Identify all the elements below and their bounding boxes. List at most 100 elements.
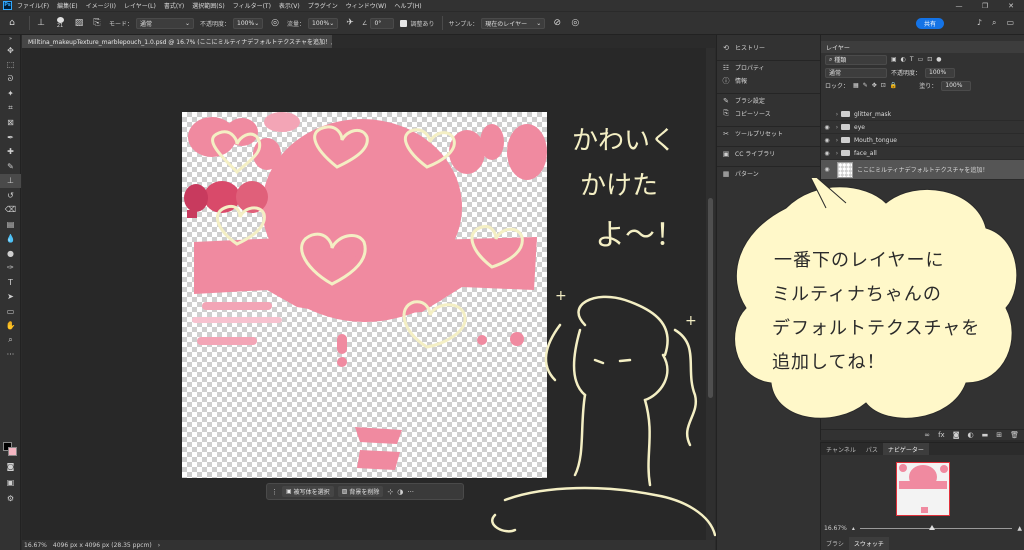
menu-plugins[interactable]: プラグイン bbox=[308, 1, 338, 10]
ignore-adjustment-icon[interactable]: ⊘ bbox=[551, 17, 563, 29]
filter-type-icon[interactable]: T bbox=[910, 56, 914, 63]
lock-position-icon[interactable]: ✥ bbox=[872, 82, 877, 89]
menu-layer[interactable]: レイヤー(L) bbox=[124, 1, 156, 10]
background-color-swatch[interactable] bbox=[8, 447, 17, 456]
lock-pixels-icon[interactable]: ✎ bbox=[863, 82, 868, 89]
layer-item-glitter-mask[interactable]: › glitter_mask bbox=[821, 108, 1024, 121]
more-tools-icon[interactable]: ··· bbox=[0, 348, 21, 363]
brush-settings-toggle-icon[interactable]: ▨ bbox=[73, 17, 85, 29]
pressure-opacity-icon[interactable]: ◎ bbox=[269, 17, 281, 29]
search-icon[interactable]: ⌕ bbox=[992, 18, 996, 28]
zoom-out-icon[interactable]: ▴ bbox=[852, 525, 855, 532]
remove-background-button[interactable]: ▨ 背景を削除 bbox=[337, 486, 384, 497]
pen-tool-icon[interactable]: ✑ bbox=[0, 261, 21, 276]
dodge-tool-icon[interactable]: ● bbox=[0, 246, 21, 261]
menu-type[interactable]: 書式(Y) bbox=[164, 1, 184, 10]
magic-wand-tool-icon[interactable]: ✦ bbox=[0, 87, 21, 102]
chevron-right-icon[interactable]: › bbox=[833, 137, 841, 144]
tab-navigator[interactable]: ナビゲーター bbox=[882, 443, 929, 455]
menu-image[interactable]: イメージ(I) bbox=[86, 1, 116, 10]
trash-icon[interactable]: 🗑 bbox=[1010, 431, 1019, 439]
clone-source-toggle-icon[interactable]: ⎘ bbox=[91, 17, 103, 29]
dock-item-info[interactable]: ⓘ 情報 bbox=[717, 74, 820, 87]
angle-input[interactable]: 0° bbox=[370, 17, 395, 29]
blur-tool-icon[interactable]: 💧 bbox=[0, 232, 21, 247]
chevron-right-icon[interactable]: › bbox=[833, 111, 841, 118]
select-subject-button[interactable]: ▣ 被写体を選択 bbox=[282, 486, 334, 497]
zoom-tool-icon[interactable]: ⌕ bbox=[0, 333, 21, 348]
menu-help[interactable]: ヘルプ(H) bbox=[394, 1, 421, 10]
drag-handle-icon[interactable]: ⋮ bbox=[271, 488, 278, 496]
eyedropper-tool-icon[interactable]: ✒ bbox=[0, 130, 21, 145]
minimize-button[interactable]: — bbox=[946, 0, 972, 11]
menu-edit[interactable]: 編集(E) bbox=[57, 1, 77, 10]
dock-item-tool-presets[interactable]: ✂ ツールプリセット bbox=[717, 127, 820, 140]
eye-icon[interactable]: ◉ bbox=[821, 137, 833, 144]
zoom-level[interactable]: 16.67% bbox=[24, 542, 47, 549]
healing-brush-tool-icon[interactable]: ✚ bbox=[0, 145, 21, 160]
filter-shape-icon[interactable]: ▭ bbox=[918, 56, 924, 63]
menu-filter[interactable]: フィルター(T) bbox=[233, 1, 271, 10]
aligned-checkbox[interactable] bbox=[400, 19, 408, 27]
chevron-right-icon[interactable]: › bbox=[833, 150, 841, 157]
navigator-zoom-value[interactable]: 16.67% bbox=[824, 525, 847, 532]
history-brush-tool-icon[interactable]: ↺ bbox=[0, 188, 21, 203]
layer-item-mouth-tongue[interactable]: ◉ › Mouth_tongue bbox=[821, 134, 1024, 147]
edit-toolbar-icon[interactable]: ⚙ bbox=[0, 491, 21, 506]
close-window-button[interactable]: ✕ bbox=[998, 0, 1024, 11]
collapse-toolbar-icon[interactable]: » bbox=[0, 35, 21, 43]
brush-preset-picker[interactable]: 21 bbox=[53, 17, 67, 29]
menu-view[interactable]: 表示(V) bbox=[279, 1, 300, 10]
lock-transparent-icon[interactable]: ▦ bbox=[853, 82, 859, 89]
link-icon[interactable]: ∞ bbox=[924, 431, 930, 439]
lasso-tool-icon[interactable]: ᘐ bbox=[0, 72, 21, 87]
fill-input[interactable]: 100% bbox=[941, 80, 972, 91]
clone-stamp-tool-icon[interactable]: ⊥ bbox=[0, 173, 21, 188]
bell-icon[interactable]: ♪ bbox=[977, 18, 982, 28]
adjustment-icon[interactable]: ◑ bbox=[397, 488, 403, 496]
tab-paths[interactable]: パス bbox=[861, 443, 883, 455]
marquee-tool-icon[interactable]: ⬚ bbox=[0, 58, 21, 73]
tab-swatches[interactable]: スウォッチ bbox=[848, 537, 889, 550]
pressure-size-icon[interactable]: ◎ bbox=[569, 17, 581, 29]
crop-tool-icon[interactable]: ⌗ bbox=[0, 101, 21, 116]
layer-item-face-all[interactable]: ◉ › face_all bbox=[821, 147, 1024, 160]
lock-artboard-icon[interactable]: ⊡ bbox=[881, 82, 886, 89]
tab-layers[interactable]: レイヤー bbox=[821, 41, 1024, 53]
shape-tool-icon[interactable]: ▭ bbox=[0, 304, 21, 319]
menu-window[interactable]: ウィンドウ(W) bbox=[346, 1, 387, 10]
group-icon[interactable]: ▬ bbox=[982, 431, 989, 439]
clone-stamp-tool-icon[interactable]: ⊥ bbox=[35, 17, 47, 29]
navigator-preview[interactable] bbox=[896, 462, 950, 516]
layer-item-default-texture[interactable]: ◉ ここにミルティナデフォルトテクスチャを追加！ bbox=[821, 160, 1024, 180]
filter-pixel-icon[interactable]: ▣ bbox=[891, 56, 897, 63]
zoom-slider-knob[interactable] bbox=[928, 524, 935, 530]
more-options-icon[interactable]: ··· bbox=[407, 488, 414, 496]
document-tab[interactable]: Milltina_makeupTexture_marblepouch_1.0.p… bbox=[22, 35, 332, 48]
opacity-input[interactable]: 100% ⌄ bbox=[233, 17, 264, 29]
mode-select[interactable]: 通常 ⌄ bbox=[136, 17, 195, 29]
layer-opacity-input[interactable]: 100% bbox=[925, 67, 956, 78]
home-icon[interactable]: ⌂ bbox=[6, 17, 18, 29]
layer-filter-select[interactable]: ⌕ 種類 bbox=[825, 54, 887, 65]
menu-select[interactable]: 選択範囲(S) bbox=[192, 1, 225, 10]
screen-mode-icon[interactable]: ▣ bbox=[0, 475, 21, 490]
filter-smart-icon[interactable]: ⊡ bbox=[927, 56, 932, 63]
workspace-icon[interactable]: ▭ bbox=[1006, 18, 1014, 28]
hand-tool-icon[interactable]: ✋ bbox=[0, 319, 21, 334]
eye-icon[interactable]: ◉ bbox=[821, 150, 833, 157]
path-selection-tool-icon[interactable]: ➤ bbox=[0, 290, 21, 305]
adjustment-icon[interactable]: ◐ bbox=[968, 431, 974, 439]
transform-icon[interactable]: ⊹ bbox=[387, 488, 393, 496]
zoom-slider[interactable] bbox=[859, 524, 1013, 530]
dock-item-brush-settings[interactable]: ✎ ブラシ設定 bbox=[717, 94, 820, 107]
gradient-tool-icon[interactable]: ▤ bbox=[0, 217, 21, 232]
tab-channels[interactable]: チャンネル bbox=[821, 443, 861, 455]
tab-brushes[interactable]: ブラシ bbox=[821, 537, 849, 550]
eye-icon[interactable]: ◉ bbox=[821, 166, 833, 173]
maximize-button[interactable]: ❐ bbox=[972, 0, 998, 11]
type-tool-icon[interactable]: T bbox=[0, 275, 21, 290]
zoom-in-icon[interactable]: ▲ bbox=[1017, 525, 1022, 532]
quick-mask-icon[interactable]: ◙ bbox=[0, 459, 21, 474]
mask-icon[interactable]: ◙ bbox=[953, 431, 960, 439]
